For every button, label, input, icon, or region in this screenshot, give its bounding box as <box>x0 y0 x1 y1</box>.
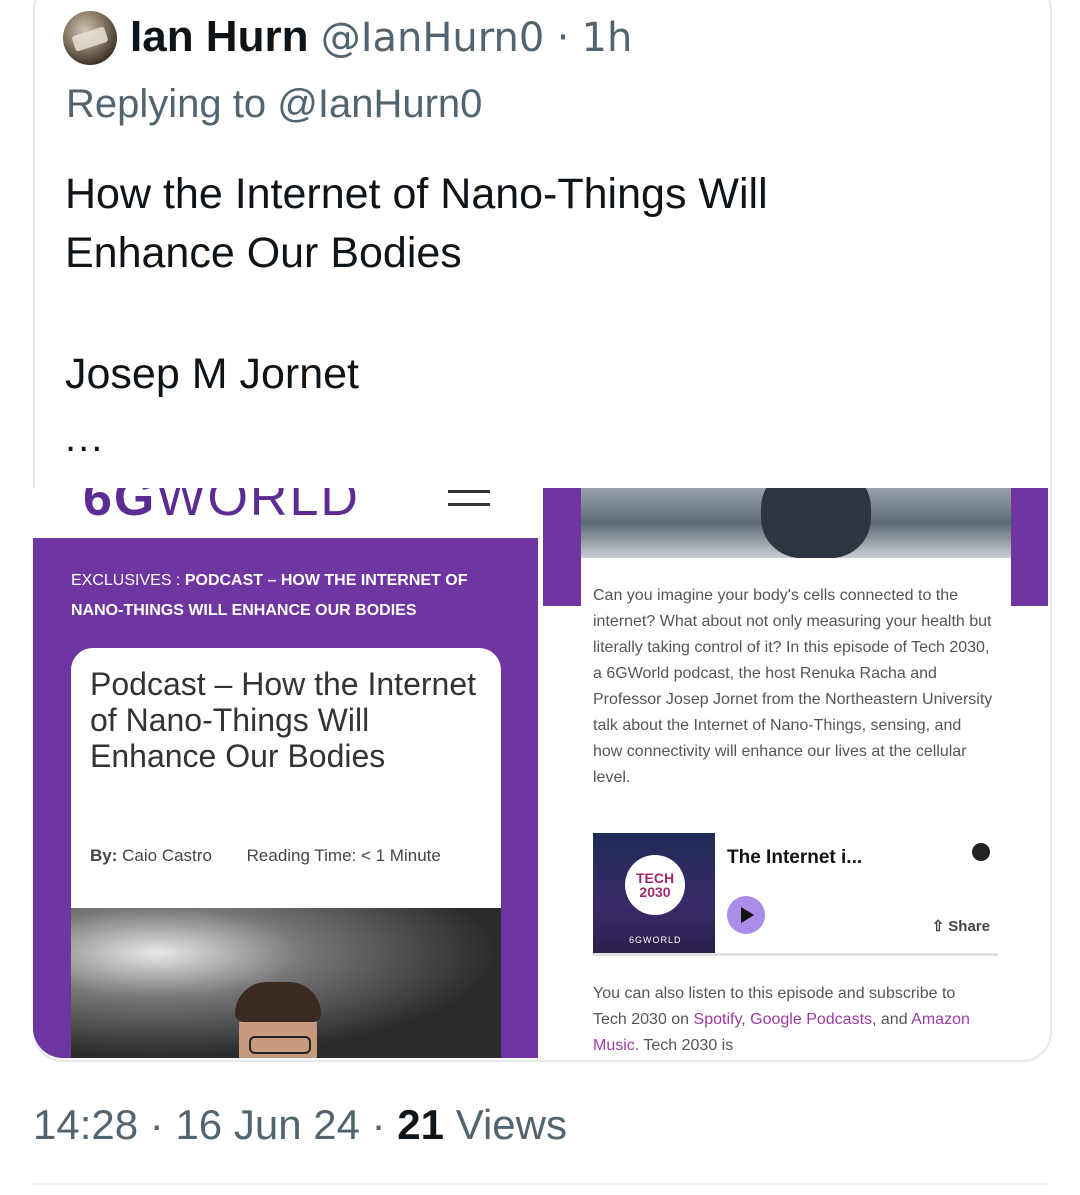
tweet-timestamp[interactable]: 14:28 <box>33 1101 138 1148</box>
cover-brand: 6GWORLD <box>629 935 682 945</box>
cover-badge: TECH 2030 <box>625 855 685 915</box>
spotify-link: Spotify <box>693 1011 742 1028</box>
episode-title: The Internet i... <box>727 847 863 868</box>
logo-word: WORLD <box>156 488 360 527</box>
author-name[interactable]: Ian Hurn <box>130 12 308 61</box>
article-banner: EXCLUSIVES : PODCAST – HOW THE INTERNET … <box>33 538 538 1058</box>
replying-handle-link[interactable]: @IanHurn0 <box>277 82 482 126</box>
avatar[interactable] <box>63 11 117 65</box>
article-byline: By: Caio Castro Reading Time: < 1 Minute <box>90 846 441 866</box>
media-image-left[interactable]: 6GWORLD EXCLUSIVES : PODCAST – HOW THE I… <box>33 488 538 1058</box>
podcast-player: TECH 2030 6GWORLD The Internet i... ⇧ Shar… <box>593 833 998 956</box>
media-image-right[interactable]: Can you imagine your body's cells connec… <box>543 488 1048 1058</box>
article-photo <box>71 908 501 1058</box>
spotify-icon <box>972 843 990 861</box>
cover-line1: TECH <box>635 870 675 886</box>
play-icon <box>727 896 765 934</box>
tweet-time[interactable]: 1h <box>582 15 633 61</box>
professor-photo <box>581 488 1011 558</box>
tweet-text-author: Josep M Jornet <box>65 350 359 398</box>
podcast-cover: TECH 2030 6GWORLD <box>593 833 715 953</box>
by-name: Caio Castro <box>122 846 212 865</box>
share-icon: ⇧ <box>931 918 945 935</box>
replying-to: Replying to @IanHurn0 <box>66 80 482 128</box>
divider <box>33 1183 1048 1185</box>
reading-time: Reading Time: < 1 Minute <box>246 846 441 865</box>
tweet-text-line: Enhance Our Bodies <box>65 229 462 277</box>
views-count[interactable]: 21 <box>397 1101 444 1148</box>
article-paragraph-2: You can also listen to this episode and … <box>593 981 993 1058</box>
breadcrumb: EXCLUSIVES : PODCAST – HOW THE INTERNET … <box>71 566 501 626</box>
breadcrumb-section: EXCLUSIVES : <box>71 572 185 589</box>
logo-prefix: 6G <box>83 488 157 527</box>
article-paragraph: Can you imagine your body's cells connec… <box>593 587 993 786</box>
tweet-header: Ian Hurn @IanHurn0 · 1h <box>130 12 632 62</box>
share-button: ⇧ Share <box>932 917 990 935</box>
author-handle[interactable]: @IanHurn0 <box>321 15 545 61</box>
article-card: Podcast – How the Internet of Nano-Thing… <box>71 648 501 1058</box>
share-label: Share <box>948 918 990 935</box>
cover-line2: 2030 <box>639 884 671 900</box>
google-podcasts-link: Google Podcasts <box>750 1011 873 1028</box>
site-header: 6GWORLD <box>33 488 538 538</box>
article-title: Podcast – How the Internet of Nano-Thing… <box>90 666 476 774</box>
tweet-media[interactable]: 6GWORLD EXCLUSIVES : PODCAST – HOW THE I… <box>33 488 1048 1058</box>
by-label: By: <box>90 846 118 865</box>
tweet-text-line: How the Internet of Nano-Things Will <box>65 170 768 218</box>
para2-text: , <box>741 1011 751 1028</box>
person-photo <box>235 982 321 1058</box>
meta-separator: · <box>149 1101 164 1148</box>
views-label[interactable]: Views <box>456 1101 567 1148</box>
para2-text: . Tech 2030 is <box>634 1037 734 1054</box>
replying-prefix: Replying to <box>66 82 267 126</box>
tweet-text: How the Internet of Nano-Things Will Enh… <box>65 165 965 283</box>
hamburger-menu-icon <box>448 490 490 516</box>
para2-text: , and <box>872 1011 912 1028</box>
meta-separator: · <box>371 1101 386 1148</box>
show-more[interactable]: ... <box>65 418 104 458</box>
header-separator: · <box>556 15 570 61</box>
tweet-date[interactable]: 16 Jun 24 <box>175 1101 360 1148</box>
tweet-metadata: 14:28 · 16 Jun 24 · 21 Views <box>33 1100 567 1150</box>
site-logo: 6GWORLD <box>83 488 360 528</box>
